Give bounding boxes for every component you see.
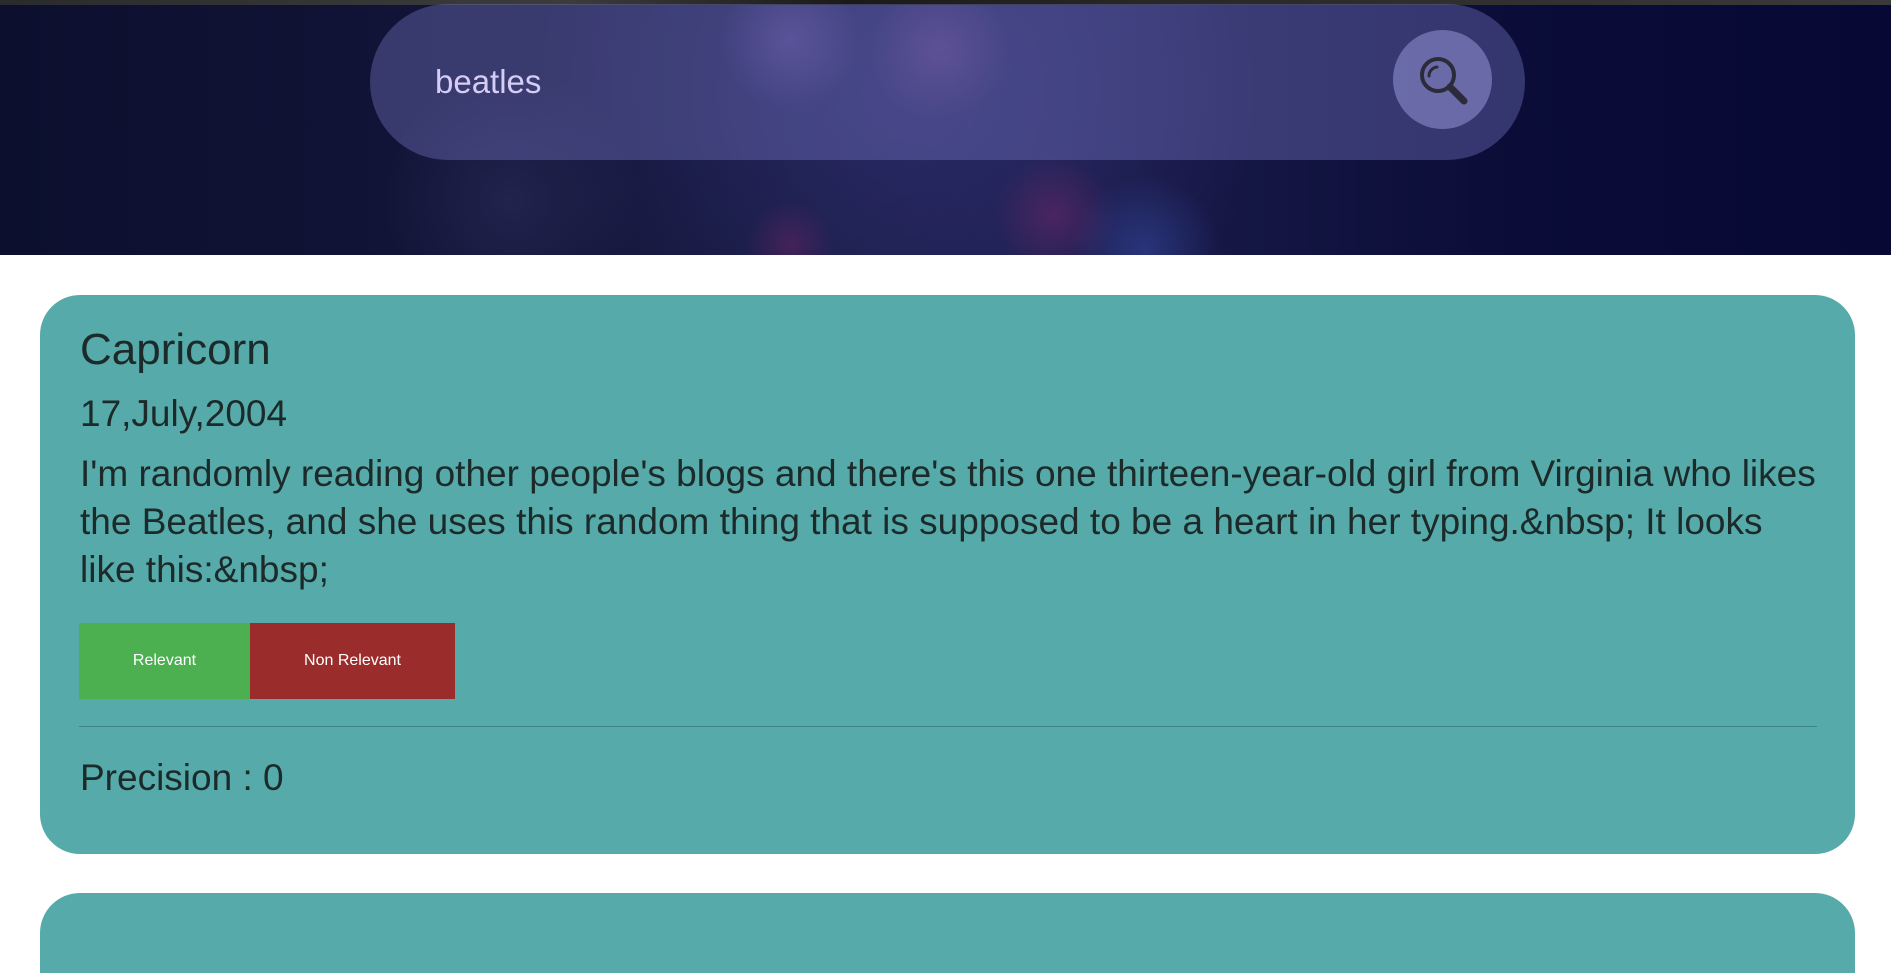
search-bar <box>370 4 1525 160</box>
hero-banner <box>0 0 1891 255</box>
result-date: 17,July,2004 <box>80 393 288 434</box>
next-result-card <box>40 893 1855 973</box>
non-relevant-button[interactable]: Non Relevant <box>250 623 455 699</box>
search-button[interactable] <box>1393 30 1492 129</box>
search-input[interactable] <box>435 57 1335 107</box>
relevant-button[interactable]: Relevant <box>79 623 250 699</box>
precision-value: 0 <box>263 757 284 798</box>
result-card: Capricorn 17,July,2004 I'm randomly read… <box>40 295 1855 854</box>
precision-separator: : <box>232 757 264 798</box>
search-icon <box>1419 56 1467 104</box>
result-title: Capricorn <box>80 325 271 374</box>
result-snippet: I'm randomly reading other people's blog… <box>80 453 1816 590</box>
precision-label: Precision <box>80 757 233 798</box>
precision-readout: Precision : 0 <box>80 757 284 799</box>
card-divider <box>79 726 1817 727</box>
